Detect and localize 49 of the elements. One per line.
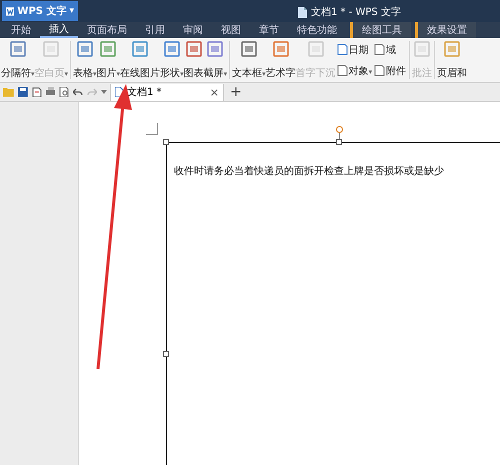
ribbon-button[interactable]: 艺术字 xyxy=(266,39,296,81)
ribbon-tab[interactable]: 视图 xyxy=(212,22,250,38)
ribbon-tab[interactable]: 绘图工具 xyxy=(350,22,411,38)
document-logo-icon xyxy=(6,6,14,16)
tool-icon xyxy=(336,65,348,76)
tool-icon xyxy=(374,65,386,76)
ribbon-button[interactable]: 在线图片 xyxy=(120,39,160,81)
resize-handle[interactable] xyxy=(336,139,342,145)
body-text: 收件时请务必当着快递员的面拆开检查上牌是否损坏或是缺少 xyxy=(174,166,444,177)
ribbon-button[interactable]: 域 xyxy=(373,42,408,58)
export-icon[interactable] xyxy=(32,87,42,97)
tool-icon xyxy=(336,44,348,55)
ribbon-button[interactable]: 日期 xyxy=(336,42,374,58)
ribbon-tab[interactable]: 页面布局 xyxy=(78,22,136,38)
tool-icon xyxy=(131,40,150,58)
tool-icon xyxy=(76,40,94,58)
tool-icon xyxy=(99,40,118,58)
window-title: 文档1 * - WPS 文字 xyxy=(311,6,401,19)
tool-icon xyxy=(162,40,181,58)
tool-icon xyxy=(206,40,224,58)
ribbon-tab[interactable]: 开始 xyxy=(2,22,40,38)
print-icon[interactable] xyxy=(46,87,56,97)
ribbon-tab[interactable]: 特色功能 xyxy=(288,22,346,38)
close-tab-button[interactable]: × xyxy=(210,86,219,98)
preview-icon[interactable] xyxy=(59,87,70,97)
tool-icon xyxy=(443,40,462,58)
tool-icon xyxy=(184,40,203,58)
undo-icon[interactable] xyxy=(73,87,84,97)
ribbon-button[interactable]: 图表 xyxy=(184,39,204,81)
ribbon-tab[interactable]: 章节 xyxy=(250,22,288,38)
ribbon-button[interactable]: 附件 xyxy=(373,62,408,78)
resize-handle[interactable] xyxy=(163,351,169,357)
tool-icon xyxy=(272,40,290,58)
resize-handle[interactable] xyxy=(163,139,169,145)
app-menu-button[interactable]: WPS 文字 ▾ xyxy=(2,1,78,21)
page-corner-mark xyxy=(146,123,158,135)
ribbon-tab[interactable]: 效果设置 xyxy=(415,22,476,38)
rotate-handle[interactable] xyxy=(336,126,343,139)
ribbon-button[interactable]: 页眉和 xyxy=(437,39,468,81)
new-tab-button[interactable]: + xyxy=(224,84,248,100)
tool-icon xyxy=(8,40,27,58)
ribbon-tab[interactable]: 审阅 xyxy=(174,22,212,38)
document-icon xyxy=(298,6,307,18)
tool-icon xyxy=(374,44,386,55)
text-frame[interactable]: 收件时请务必当着快递员的面拆开检查上牌是否损坏或是缺少 xyxy=(166,142,500,465)
ribbon-tab[interactable]: 引用 xyxy=(136,22,174,38)
dropdown-icon[interactable] xyxy=(101,90,108,94)
save-icon[interactable] xyxy=(18,87,28,97)
tool-icon xyxy=(240,40,258,58)
